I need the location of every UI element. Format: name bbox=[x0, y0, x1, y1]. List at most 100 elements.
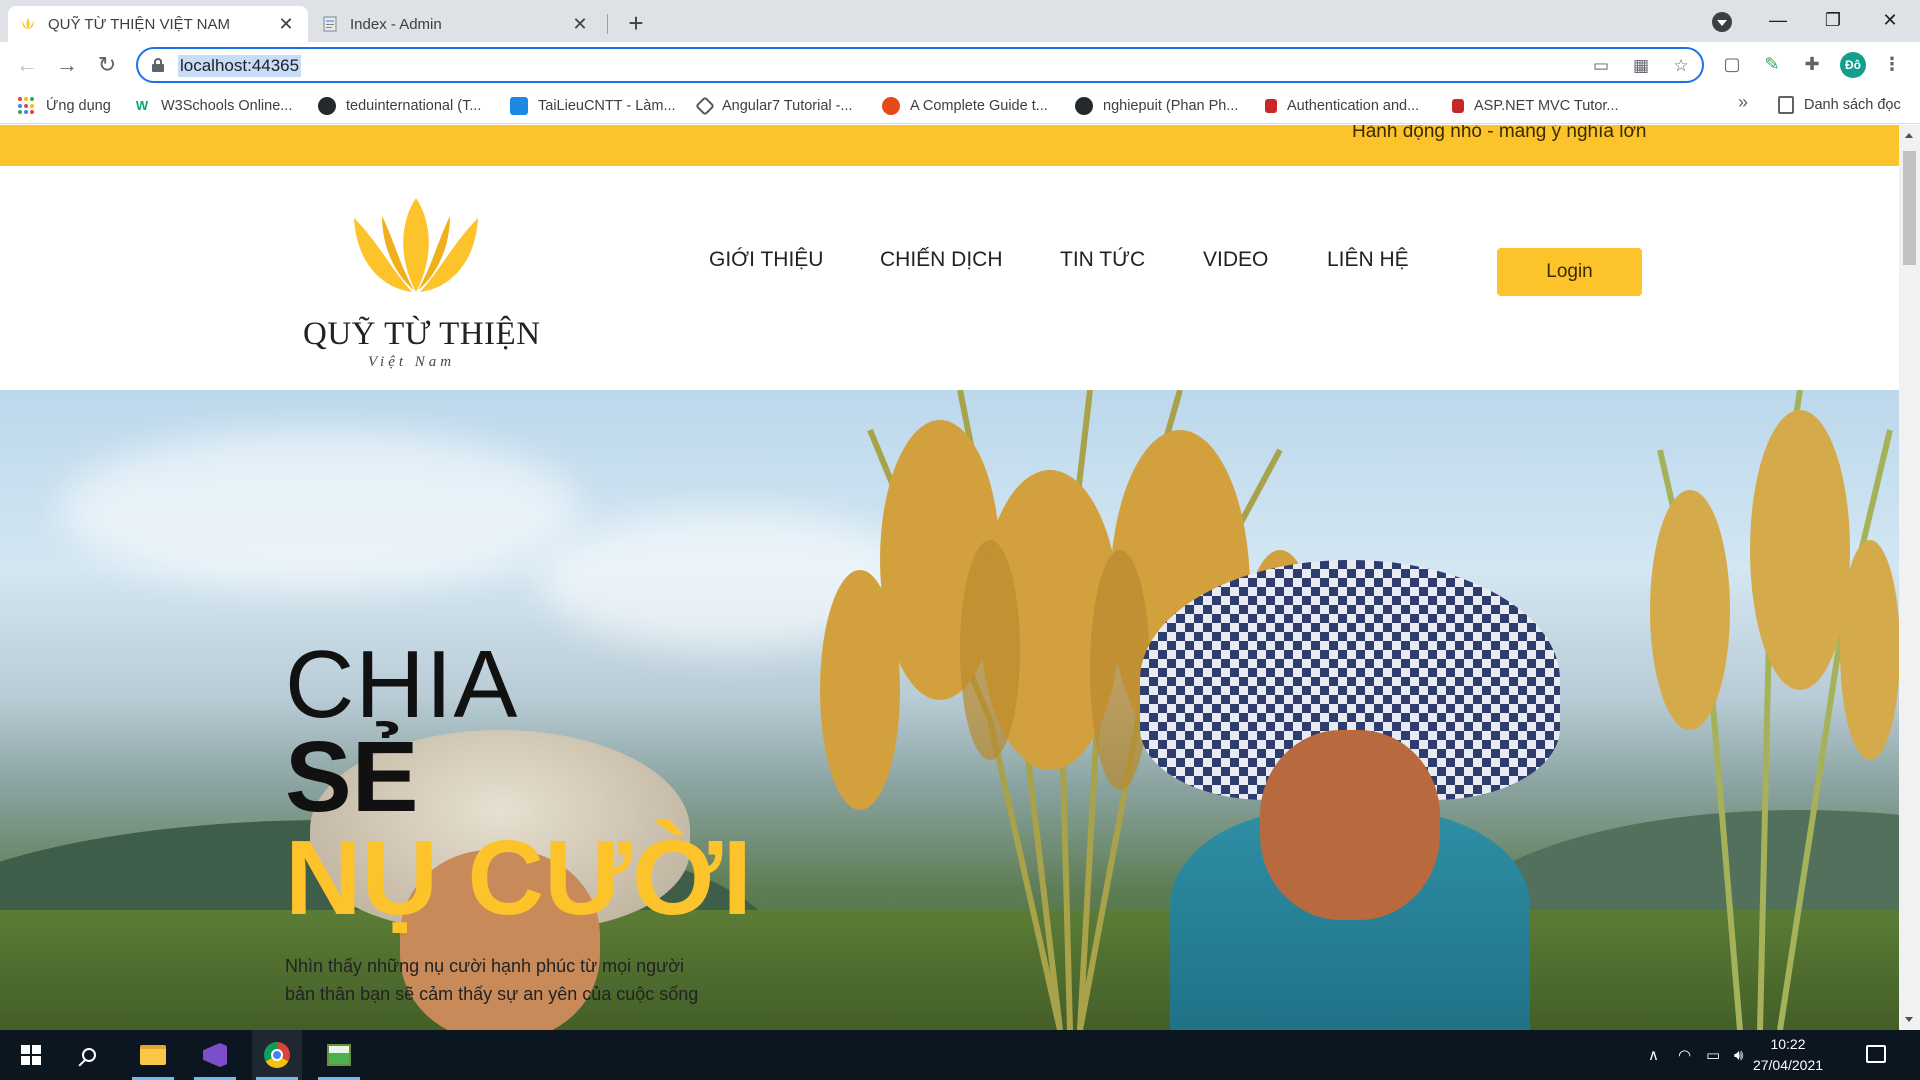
lotus-logo-icon bbox=[354, 198, 478, 292]
battery-icon[interactable]: ▭ bbox=[1706, 1030, 1720, 1080]
bookmark-teduinternational[interactable]: teduinternational (T... bbox=[318, 96, 481, 116]
visual-studio-icon bbox=[203, 1043, 227, 1067]
bookmark-label: Angular7 Tutorial -... bbox=[722, 98, 853, 114]
reading-list-button[interactable]: Danh sách đọc bbox=[1778, 96, 1901, 114]
tab-title: QUỸ TỪ THIỆN VIỆT NAM bbox=[48, 15, 231, 33]
bookmark-label: W3Schools Online... bbox=[161, 98, 293, 114]
tab-index-admin[interactable]: Index - Admin ✕ bbox=[310, 6, 602, 42]
scroll-up-arrow-icon[interactable] bbox=[1905, 133, 1913, 138]
profile-avatar[interactable]: Đô bbox=[1840, 52, 1866, 78]
hero-description-line-1: Nhìn thấy những nụ cười hạnh phúc từ mọi… bbox=[285, 956, 685, 976]
hero-cloud bbox=[60, 430, 580, 590]
slogan-text: Hành động nhỏ - mang ý nghĩa lớn bbox=[1352, 125, 1647, 142]
tab-search-chevron-icon[interactable] bbox=[1712, 12, 1732, 32]
farmer-right-image bbox=[1130, 560, 1570, 1030]
nav-gioi-thieu[interactable]: GIỚI THIỆU bbox=[709, 248, 823, 272]
taskbar-chrome[interactable] bbox=[252, 1030, 302, 1080]
qr-code-icon[interactable]: ▦ bbox=[1630, 55, 1652, 77]
hero-title-line-3: NỤ CƯỜI bbox=[285, 819, 752, 937]
bookmark-label: nghiepuit (Phan Ph... bbox=[1103, 98, 1239, 114]
bookmark-label: Ứng dụng bbox=[46, 98, 111, 114]
tab-title: Index - Admin bbox=[350, 15, 442, 33]
close-window-icon[interactable]: ✕ bbox=[1870, 4, 1910, 36]
bookmark-angular7[interactable]: Angular7 Tutorial -... bbox=[695, 96, 853, 116]
bookmark-w3schools[interactable]: W W3Schools Online... bbox=[133, 96, 293, 116]
address-bar[interactable]: localhost:44365 ▭ ▦ ☆ bbox=[136, 47, 1704, 83]
taskbar-file-explorer[interactable] bbox=[128, 1030, 178, 1080]
back-arrow-icon[interactable]: ← bbox=[12, 50, 42, 80]
logo-name: QUỸ TỪ THIỆN bbox=[303, 316, 541, 352]
new-tab-plus-icon[interactable]: + bbox=[622, 8, 650, 39]
github-icon bbox=[1075, 97, 1093, 115]
bookmark-aspnet-mvc[interactable]: ASP.NET MVC Tutor... bbox=[1452, 96, 1619, 116]
file-explorer-icon bbox=[140, 1045, 166, 1065]
minimize-window-icon[interactable]: — bbox=[1758, 4, 1798, 36]
nav-video[interactable]: VIDEO bbox=[1203, 248, 1268, 272]
taskbar-search-button[interactable] bbox=[64, 1030, 114, 1080]
github-icon bbox=[318, 97, 336, 115]
bookmark-apps[interactable]: Ứng dụng bbox=[18, 96, 111, 116]
hero-description: Nhìn thấy những nụ cười hạnh phúc từ mọi… bbox=[285, 952, 698, 1008]
bookmark-nghiepuit[interactable]: nghiepuit (Phan Ph... bbox=[1075, 96, 1238, 116]
windows-start-icon bbox=[21, 1045, 41, 1065]
apps-grid-icon bbox=[18, 97, 36, 115]
url-text[interactable]: localhost:44365 bbox=[178, 55, 302, 77]
site-header: QUỸ TỪ THIỆN Việt Nam GIỚI THIỆU CHIẾN D… bbox=[0, 166, 1899, 390]
extensions-puzzle-icon[interactable]: ✚ bbox=[1800, 52, 1824, 76]
taskbar-image-viewer[interactable] bbox=[314, 1030, 364, 1080]
logo-subtitle: Việt Nam bbox=[368, 354, 456, 370]
nav-chien-dich[interactable]: CHIẾN DỊCH bbox=[880, 248, 1003, 272]
tab-quy-tu-thien[interactable]: QUỸ TỪ THIỆN VIỆT NAM ✕ bbox=[8, 6, 308, 42]
forward-arrow-icon[interactable]: → bbox=[52, 50, 82, 80]
document-favicon-icon bbox=[323, 16, 337, 32]
auth0-icon bbox=[1265, 99, 1277, 113]
bookmark-authentication[interactable]: Authentication and... bbox=[1265, 96, 1419, 116]
search-icon bbox=[82, 1048, 96, 1062]
smiling-face bbox=[1260, 730, 1440, 920]
wifi-icon[interactable]: ◠ bbox=[1678, 1030, 1691, 1080]
nav-lien-he[interactable]: LIÊN HỆ bbox=[1327, 248, 1409, 272]
close-tab-icon[interactable]: ✕ bbox=[276, 14, 296, 35]
lock-icon[interactable] bbox=[152, 58, 164, 72]
reload-icon[interactable]: ↻ bbox=[92, 50, 122, 80]
angular-icon bbox=[695, 96, 715, 116]
bookmark-label: TaiLieuCNTT - Làm... bbox=[538, 98, 676, 114]
bookmark-label: ASP.NET MVC Tutor... bbox=[1474, 98, 1619, 114]
login-button[interactable]: Login bbox=[1497, 248, 1642, 296]
scrollbar-thumb[interactable] bbox=[1903, 151, 1916, 265]
start-button[interactable] bbox=[6, 1030, 56, 1080]
show-hidden-icons-chevron-icon[interactable]: ∧ bbox=[1648, 1030, 1659, 1080]
aspnet-icon bbox=[1452, 99, 1464, 113]
bookmark-complete-guide[interactable]: A Complete Guide t... bbox=[882, 96, 1048, 116]
reading-list-icon bbox=[1778, 96, 1794, 114]
tailieucntt-icon bbox=[510, 97, 528, 115]
restore-window-icon[interactable]: ❐ bbox=[1813, 4, 1853, 36]
bookmark-tailieucntt[interactable]: TaiLieuCNTT - Làm... bbox=[510, 96, 676, 116]
hero-banner: CHIA SẺ NỤ CƯỜI Nhìn thấy những nụ cười … bbox=[0, 390, 1899, 1030]
taskbar-clock[interactable]: 10:22 27/04/2021 bbox=[1740, 1034, 1836, 1076]
chrome-icon bbox=[264, 1042, 290, 1068]
browser-toolbar: ← → ↻ localhost:44365 ▭ ▦ ☆ bbox=[0, 42, 1920, 88]
bookmark-label: Authentication and... bbox=[1287, 98, 1420, 114]
bookmark-star-icon[interactable]: ☆ bbox=[1670, 55, 1692, 77]
tab-separator bbox=[607, 14, 608, 34]
reading-list-label: Danh sách đọc bbox=[1804, 97, 1901, 113]
guide-icon bbox=[882, 97, 900, 115]
cast-device-icon[interactable]: ▭ bbox=[1590, 55, 1612, 77]
menu-kebab-icon[interactable]: ⋮ bbox=[1880, 52, 1904, 76]
nav-tin-tuc[interactable]: TIN TỨC bbox=[1060, 248, 1145, 272]
rice-stalks-right-graphic bbox=[1650, 390, 1899, 1030]
notification-center-icon[interactable] bbox=[1866, 1045, 1886, 1063]
page-scrollbar[interactable] bbox=[1899, 125, 1920, 1030]
lotus-favicon-icon bbox=[22, 18, 34, 29]
close-tab-icon[interactable]: ✕ bbox=[570, 14, 590, 35]
eyedropper-extension-icon[interactable]: ✎ bbox=[1760, 52, 1784, 76]
taskbar-visual-studio[interactable] bbox=[190, 1030, 240, 1080]
clock-time: 10:22 bbox=[1770, 1036, 1806, 1052]
clock-date: 27/04/2021 bbox=[1752, 1057, 1824, 1073]
scroll-down-arrow-icon[interactable] bbox=[1905, 1017, 1913, 1022]
extension-puzzle-grey-icon[interactable]: ▢ bbox=[1720, 52, 1744, 76]
site-logo[interactable]: QUỸ TỪ THIỆN Việt Nam bbox=[300, 196, 540, 376]
bookmarks-bar: Ứng dụng W W3Schools Online... teduinter… bbox=[0, 88, 1920, 124]
more-bookmarks-chevron-icon[interactable]: » bbox=[1738, 92, 1748, 113]
